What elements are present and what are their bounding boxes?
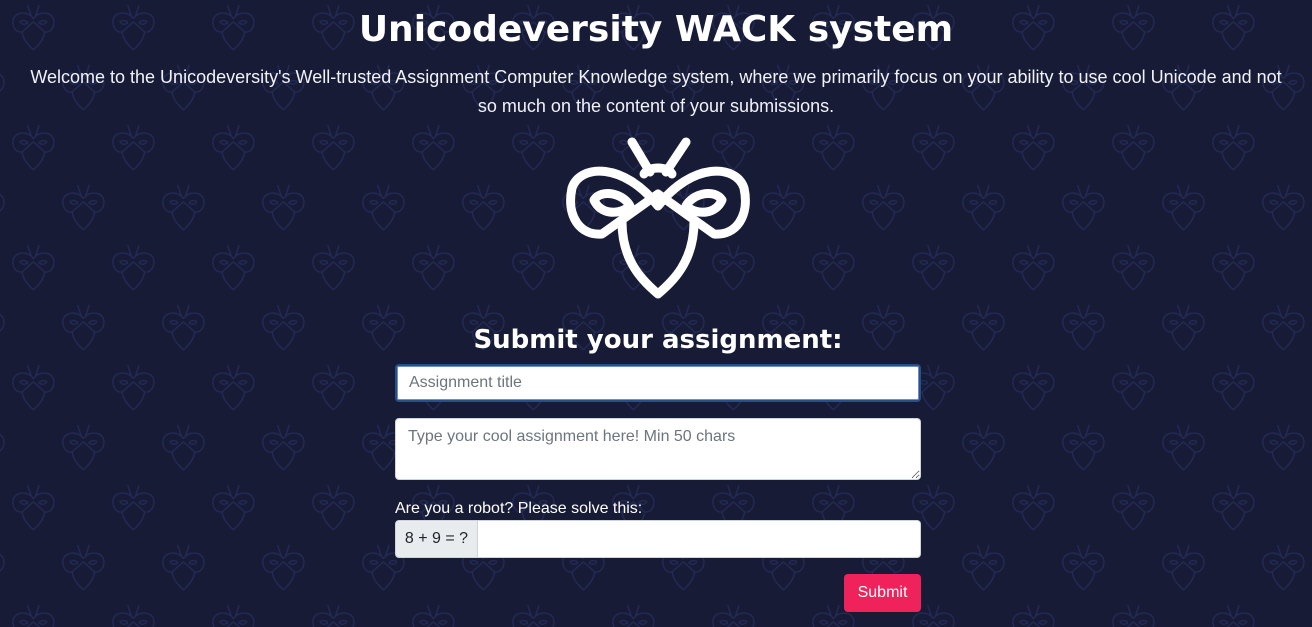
page: Unicodeversity WACK system Welcome to th… — [0, 0, 1312, 627]
captcha-answer-input[interactable] — [478, 520, 921, 558]
assignment-title-input[interactable] — [395, 364, 921, 402]
captcha-label: Are you a robot? Please solve this: — [395, 500, 643, 517]
captcha-question: 8 + 9 = ? — [395, 520, 478, 558]
form-heading: Submit your assignment: — [473, 325, 843, 355]
captcha-input-group: 8 + 9 = ? — [395, 520, 921, 558]
owl-bee-logo-icon — [566, 137, 750, 299]
page-title: Unicodeversity WACK system — [358, 9, 954, 50]
submit-button[interactable]: Submit — [844, 574, 921, 612]
page-subtitle: Welcome to the Unicodeversity's Well-tru… — [30, 67, 1282, 116]
assignment-content-textarea[interactable] — [395, 418, 921, 480]
